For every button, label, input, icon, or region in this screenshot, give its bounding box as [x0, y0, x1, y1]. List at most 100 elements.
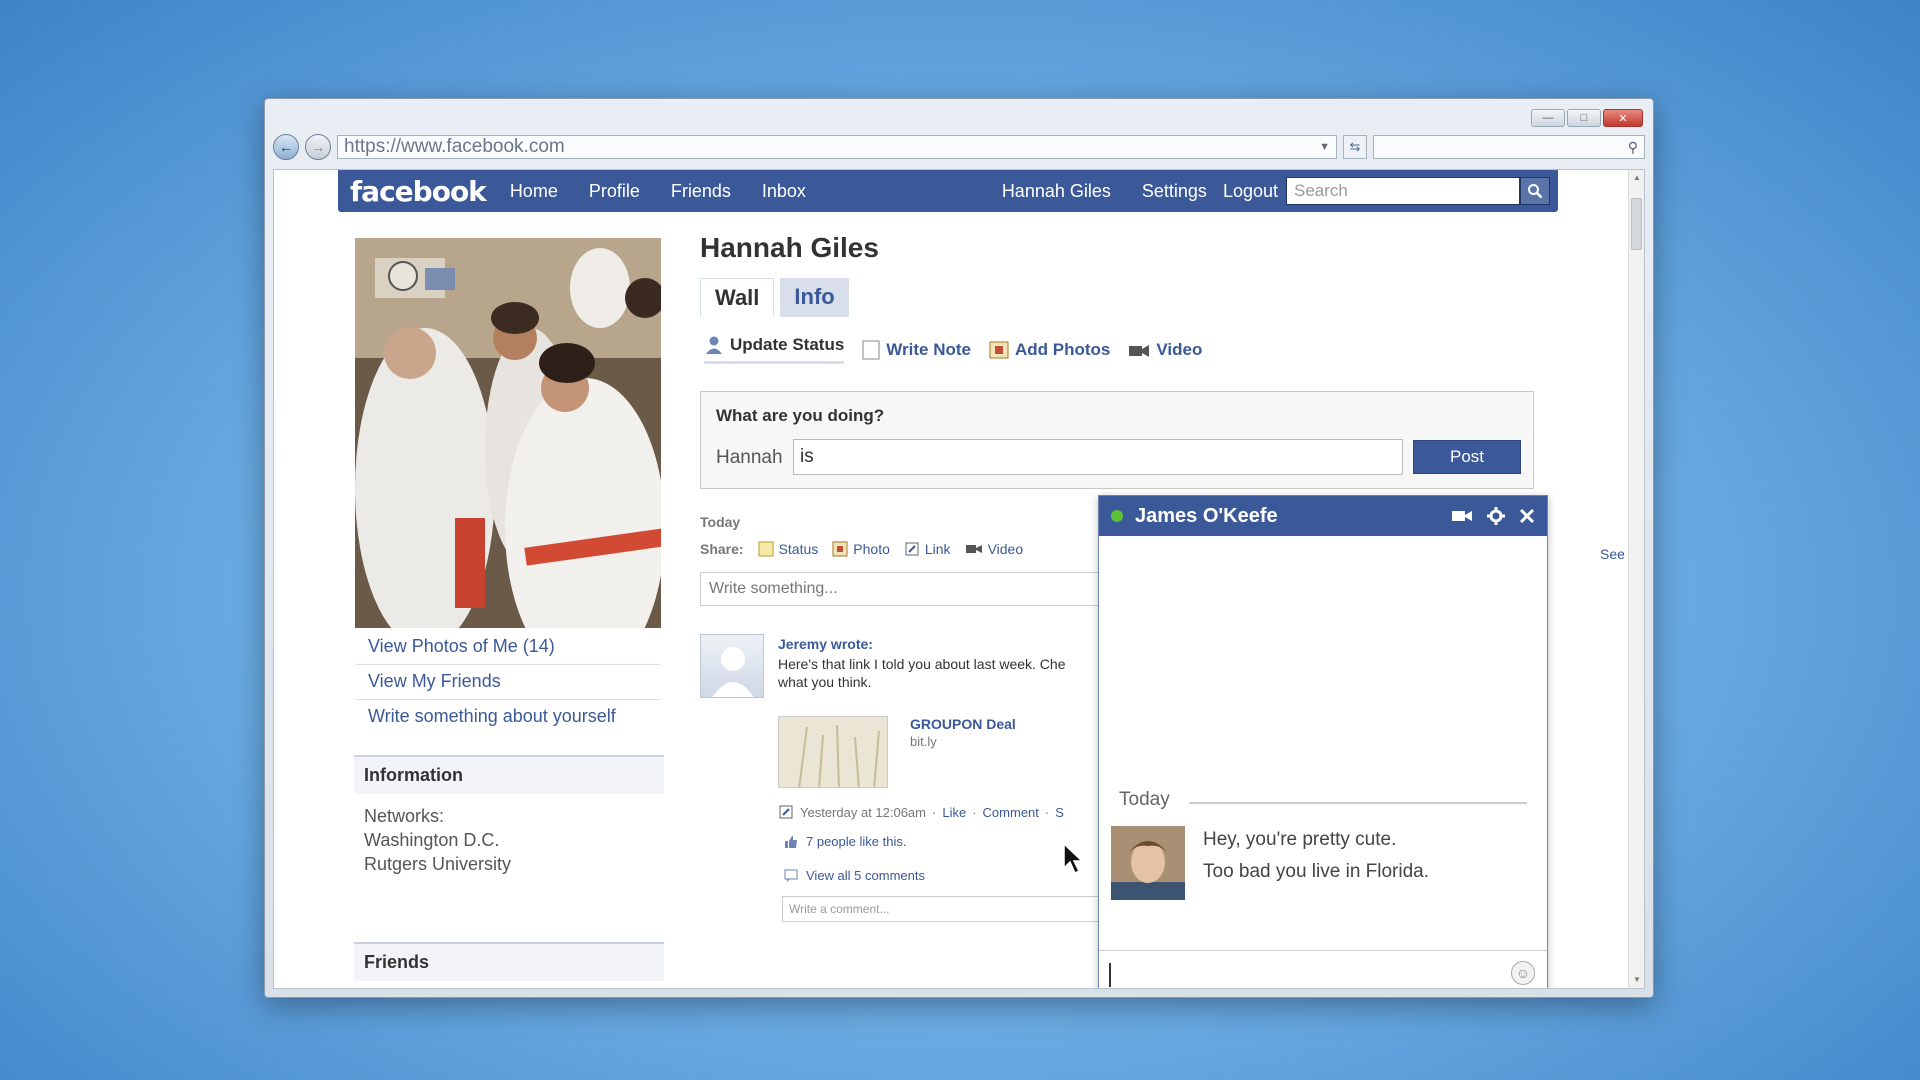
share-link[interactable]: Link — [904, 541, 951, 557]
scroll-up-icon[interactable]: ▲ — [1629, 170, 1644, 186]
text-caret — [1109, 963, 1111, 987]
scrollbar[interactable]: ▲ ▼ — [1628, 170, 1644, 988]
tab-info[interactable]: Info — [780, 278, 849, 317]
video-label: Video — [1156, 339, 1203, 359]
browser-window: — □ ✕ ← → https://www.facebook.com ▼ ⇆ ⚲… — [264, 98, 1654, 998]
status-input[interactable]: is — [793, 439, 1403, 475]
chat-header-icons — [1451, 507, 1535, 525]
nav-home[interactable]: Home — [510, 181, 558, 202]
chat-today-label: Today — [1119, 789, 1170, 810]
chat-header[interactable]: James O'Keefe — [1099, 496, 1547, 536]
add-photos-label: Add Photos — [1015, 339, 1111, 359]
search-icon — [1528, 184, 1543, 199]
forward-arrow-icon: → — [311, 139, 325, 155]
chat-input[interactable]: ☺ — [1099, 950, 1547, 988]
share-video[interactable]: Video — [965, 541, 1023, 557]
see-link[interactable]: See — [1600, 546, 1625, 562]
profile-links: View Photos of Me (14) View My Friends W… — [356, 630, 660, 734]
facebook-logo[interactable]: facebook — [350, 175, 487, 208]
networks-label: Networks: — [364, 806, 445, 826]
nav-settings[interactable]: Settings — [1142, 181, 1207, 202]
chat-message-line: Too bad you live in Florida. — [1203, 861, 1430, 882]
link-thumbnail[interactable] — [778, 716, 888, 788]
wheat-image — [779, 717, 887, 787]
avatar[interactable] — [1111, 826, 1185, 900]
chat-window: James O'Keefe Today Hey, you're pretty c… — [1098, 495, 1548, 988]
status-question: What are you doing? — [716, 406, 885, 425]
nav-inbox[interactable]: Inbox — [762, 181, 806, 202]
chat-divider — [1189, 802, 1527, 804]
nav-profile[interactable]: Profile — [589, 181, 640, 202]
share-link-truncated[interactable]: S — [1055, 805, 1064, 820]
wall-today-label: Today — [700, 514, 741, 530]
view-comments-row[interactable]: View all 5 comments — [784, 868, 925, 883]
separator: · — [972, 804, 977, 820]
chevron-down-icon[interactable]: ▼ — [1319, 141, 1330, 153]
scroll-down-icon[interactable]: ▼ — [1629, 972, 1644, 988]
information-body: Networks: Washington D.C. Rutgers Univer… — [364, 804, 511, 876]
information-heading: Information — [354, 755, 664, 794]
status-user-name: Hannah — [716, 447, 783, 468]
video-camera-icon[interactable] — [1451, 508, 1473, 524]
write-something-input[interactable]: Write something... — [700, 572, 1120, 606]
view-photos-link[interactable]: View Photos of Me (14) — [356, 630, 660, 665]
note-icon — [862, 340, 880, 359]
chat-contact-name[interactable]: James O'Keefe — [1135, 505, 1451, 528]
link-title[interactable]: GROUPON Deal — [910, 716, 1016, 732]
write-note-button[interactable]: Write Note — [862, 335, 971, 364]
emoticon-icon[interactable]: ☺ — [1511, 961, 1535, 985]
share-link-label: Link — [924, 541, 951, 557]
avatar[interactable] — [700, 634, 764, 698]
comment-link[interactable]: Comment — [983, 805, 1039, 820]
close-window-button[interactable]: ✕ — [1603, 109, 1643, 127]
post-button[interactable]: Post — [1413, 440, 1521, 474]
default-avatar-icon — [712, 647, 754, 697]
likes-text: 7 people like this. — [806, 834, 907, 849]
share-photo-label: Photo — [853, 541, 890, 557]
likes-row[interactable]: 7 people like this. — [784, 834, 906, 849]
like-link[interactable]: Like — [942, 805, 966, 820]
thumbs-up-icon — [785, 835, 797, 848]
back-arrow-icon: ← — [279, 139, 293, 155]
back-button[interactable]: ← — [273, 134, 299, 160]
nav-logout[interactable]: Logout — [1223, 181, 1278, 202]
photo-icon — [832, 541, 848, 557]
add-photos-button[interactable]: Add Photos — [989, 335, 1110, 364]
update-status-button[interactable]: Update Status — [704, 335, 845, 364]
view-comments-text: View all 5 comments — [806, 868, 925, 883]
share-label: Share: — [700, 541, 744, 557]
scroll-thumb[interactable] — [1631, 198, 1642, 250]
write-about-link[interactable]: Write something about yourself — [356, 700, 660, 734]
search-icon: ⚲ — [1627, 138, 1638, 155]
share-bar: Share: Status Photo Link Video — [700, 541, 1023, 557]
close-icon[interactable] — [1519, 508, 1535, 524]
maximize-button[interactable]: □ — [1567, 109, 1601, 127]
share-status[interactable]: Status — [758, 541, 818, 557]
nav-friends[interactable]: Friends — [671, 181, 731, 202]
photo-icon — [989, 341, 1009, 358]
browser-search-input[interactable]: ⚲ — [1373, 135, 1645, 159]
gear-icon[interactable] — [1487, 507, 1505, 525]
share-photo[interactable]: Photo — [832, 541, 890, 557]
link-icon — [905, 542, 919, 556]
profile-name: Hannah Giles — [700, 232, 879, 263]
minimize-button[interactable]: — — [1531, 109, 1565, 127]
comment-bubble-icon — [784, 869, 798, 882]
comment-input[interactable]: Write a comment... — [782, 896, 1112, 922]
person-icon — [706, 336, 722, 354]
video-button[interactable]: Video — [1128, 335, 1202, 364]
fb-search-input[interactable]: Search — [1286, 177, 1520, 205]
fb-search-button[interactable] — [1520, 177, 1550, 205]
refresh-button[interactable]: ⇆ — [1343, 135, 1367, 159]
separator: · — [932, 804, 937, 820]
nav-user-name[interactable]: Hannah Giles — [1002, 181, 1111, 202]
profile-photo[interactable] — [355, 238, 661, 628]
link-source: bit.ly — [910, 734, 937, 749]
post-timestamp: Yesterday at 12:06am — [800, 804, 926, 820]
forward-button[interactable]: → — [305, 134, 331, 160]
tab-wall[interactable]: Wall — [700, 278, 775, 317]
view-friends-link[interactable]: View My Friends — [356, 665, 660, 700]
post-author[interactable]: Jeremy wrote: — [778, 636, 873, 652]
post-meta: Yesterday at 12:06am · Like · Comment · … — [778, 804, 1064, 820]
address-bar[interactable]: https://www.facebook.com ▼ — [337, 135, 1337, 159]
